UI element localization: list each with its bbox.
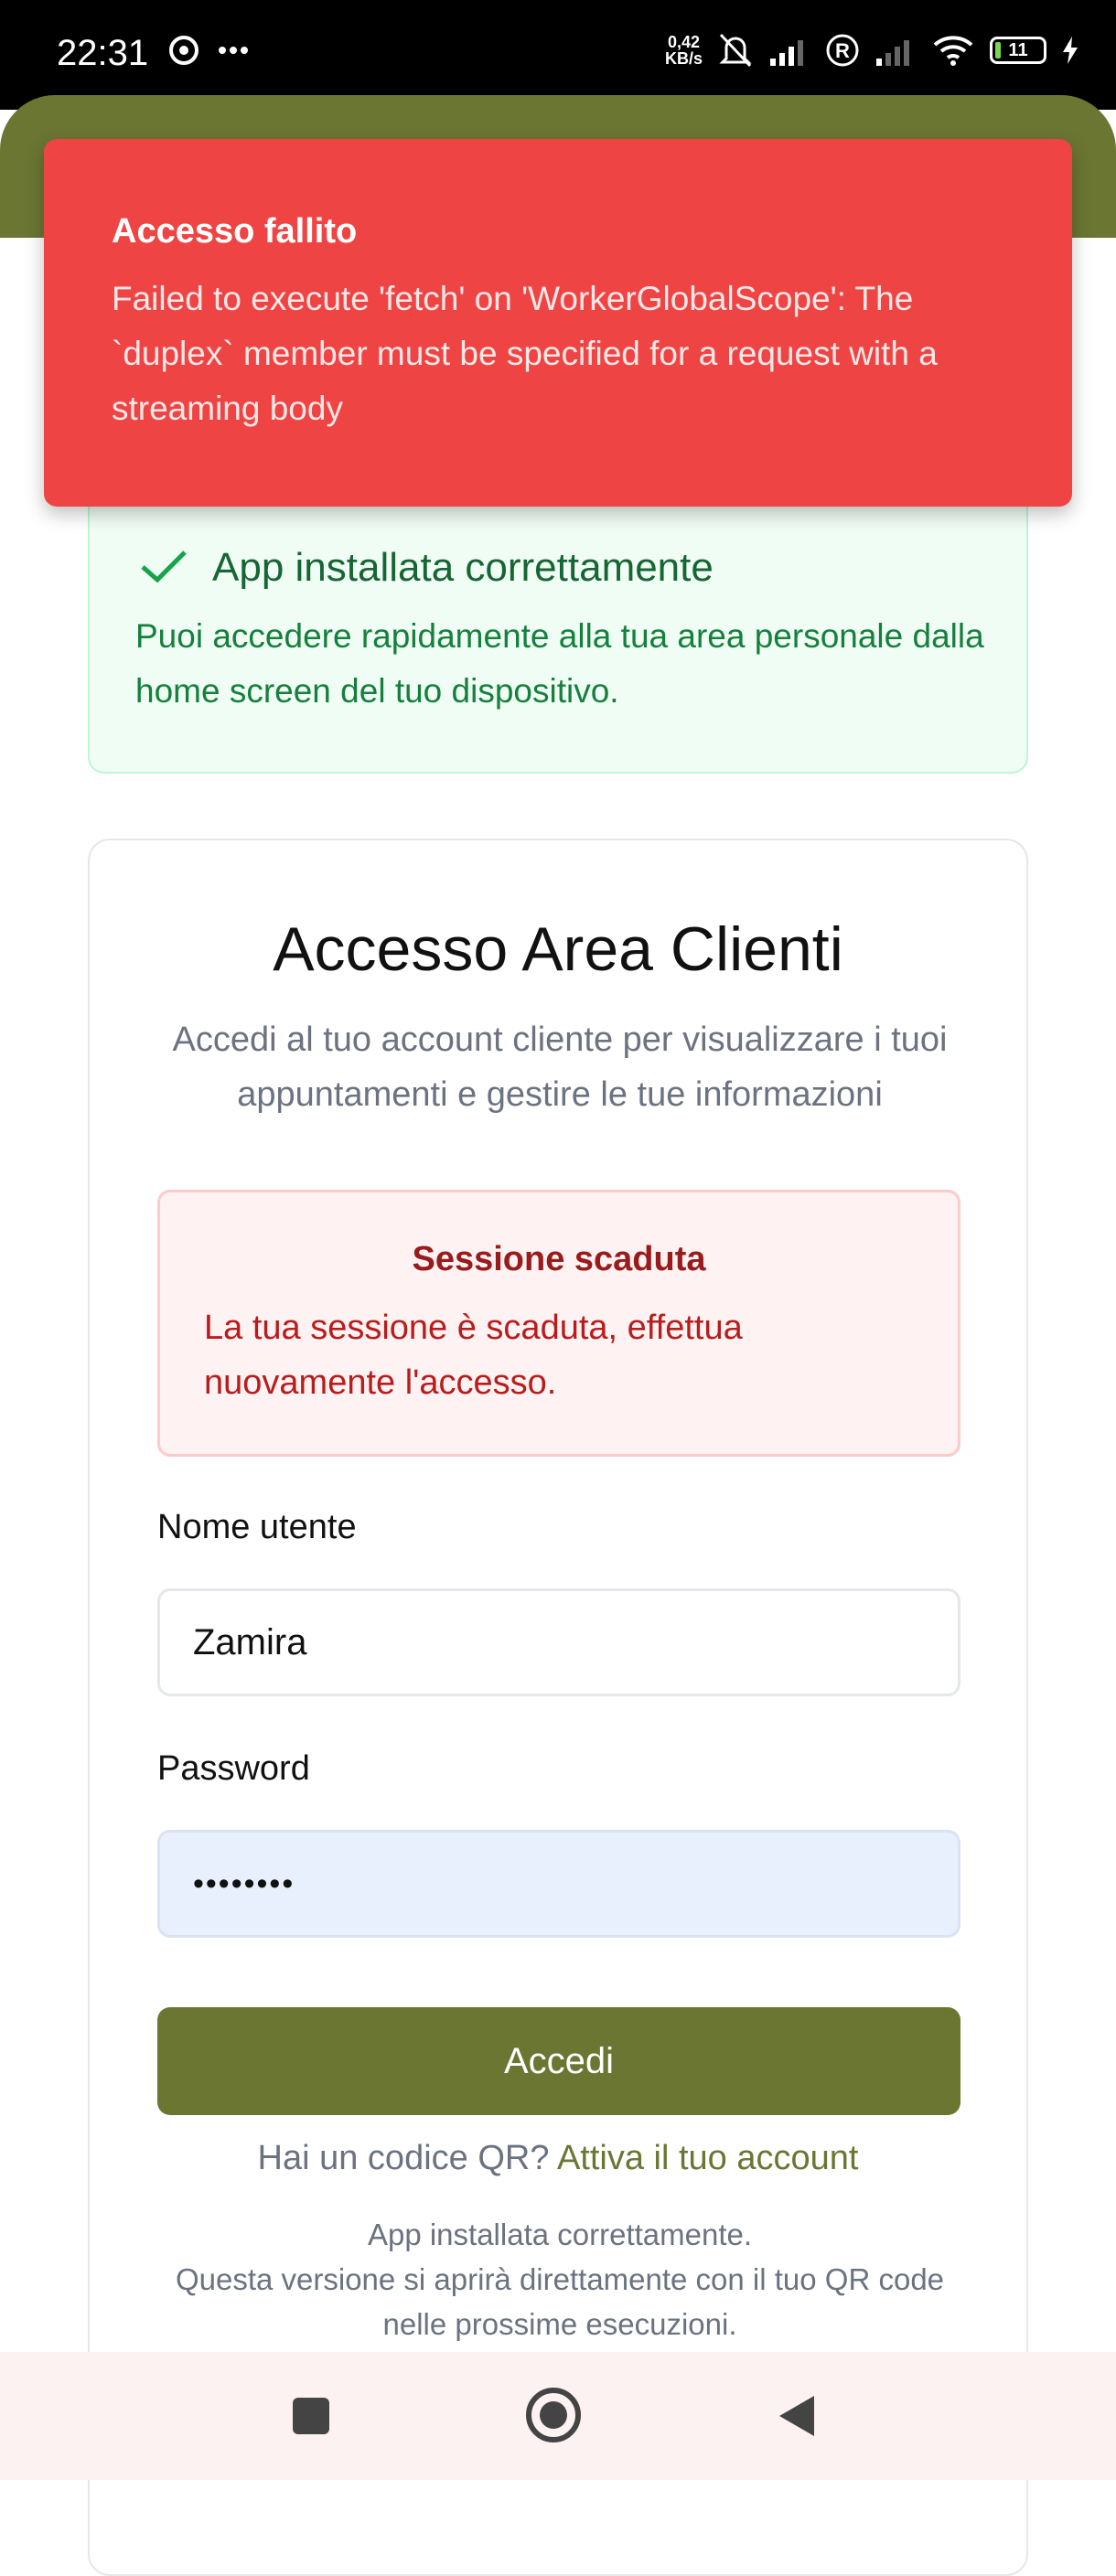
home-icon[interactable]	[523, 2385, 584, 2445]
install-success-message: Puoi accedere rapidamente alla tua area …	[135, 617, 984, 710]
toast-title: Accesso fallito	[112, 212, 358, 251]
navigation-bar	[0, 2352, 1116, 2480]
qr-prompt-line: Hai un codice QR? Attiva il tuo account	[90, 2139, 1026, 2178]
check-icon	[141, 550, 187, 583]
more-icon	[219, 47, 248, 54]
status-right-icons: 0,42 KB/s R 11	[665, 31, 1079, 69]
username-value: Zamira	[193, 1621, 307, 1662]
roaming-icon: R	[826, 34, 859, 67]
session-expired-title: Sessione scaduta	[412, 1240, 706, 1278]
toast-message: Failed to execute 'fetch' on 'WorkerGlob…	[112, 280, 938, 427]
password-value: ••••••••	[193, 1865, 295, 1901]
install-note: App installata correttamente. Questa ver…	[145, 2212, 975, 2346]
page-title: Accesso Area Clienti	[273, 914, 843, 984]
page-subtitle: Accedi al tuo account cliente per visual…	[172, 1021, 948, 1114]
charging-icon	[1063, 37, 1078, 64]
password-label: Password	[157, 1749, 310, 1788]
username-input[interactable]: Zamira	[157, 1588, 960, 1696]
signal-icon	[770, 40, 803, 66]
install-note-line2: Questa versione si aprirà direttamente c…	[175, 2262, 945, 2341]
install-success-notice: App installata correttamente Puoi accede…	[88, 494, 1028, 774]
qr-prompt: Hai un codice QR?	[257, 2139, 550, 2177]
back-icon[interactable]	[776, 2392, 818, 2440]
status-bar: 22:31 0,42 KB/s R 11	[0, 0, 1116, 110]
status-left-icons	[168, 35, 249, 66]
password-input[interactable]: ••••••••	[157, 1830, 960, 1938]
session-expired-alert: Sessione scaduta La tua sessione è scadu…	[157, 1190, 960, 1457]
install-success-title: App installata correttamente	[212, 545, 714, 590]
chrome-icon	[169, 36, 199, 65]
login-button[interactable]: Accedi	[157, 2007, 960, 2115]
svg-text:R: R	[835, 39, 850, 62]
username-label: Nome utente	[157, 1508, 357, 1546]
signal-weak-icon	[876, 40, 909, 66]
login-card: Accesso Area Clienti Accedi al tuo accou…	[88, 839, 1028, 2576]
recents-icon[interactable]	[291, 2396, 331, 2436]
mute-bell-icon	[719, 33, 752, 68]
session-expired-message: La tua sessione è scaduta, effettua nuov…	[204, 1309, 743, 1402]
wifi-icon	[933, 36, 973, 66]
battery-icon: 11	[990, 37, 1046, 64]
status-time: 22:31	[57, 33, 149, 73]
activate-account-link[interactable]: Attiva il tuo account	[557, 2139, 859, 2177]
install-note-line1: App installata correttamente.	[367, 2218, 753, 2251]
error-toast[interactable]: Accesso fallito Failed to execute 'fetch…	[44, 139, 1072, 507]
network-speed: 0,42 KB/s	[664, 33, 703, 68]
battery-percent: 11	[1008, 40, 1028, 60]
